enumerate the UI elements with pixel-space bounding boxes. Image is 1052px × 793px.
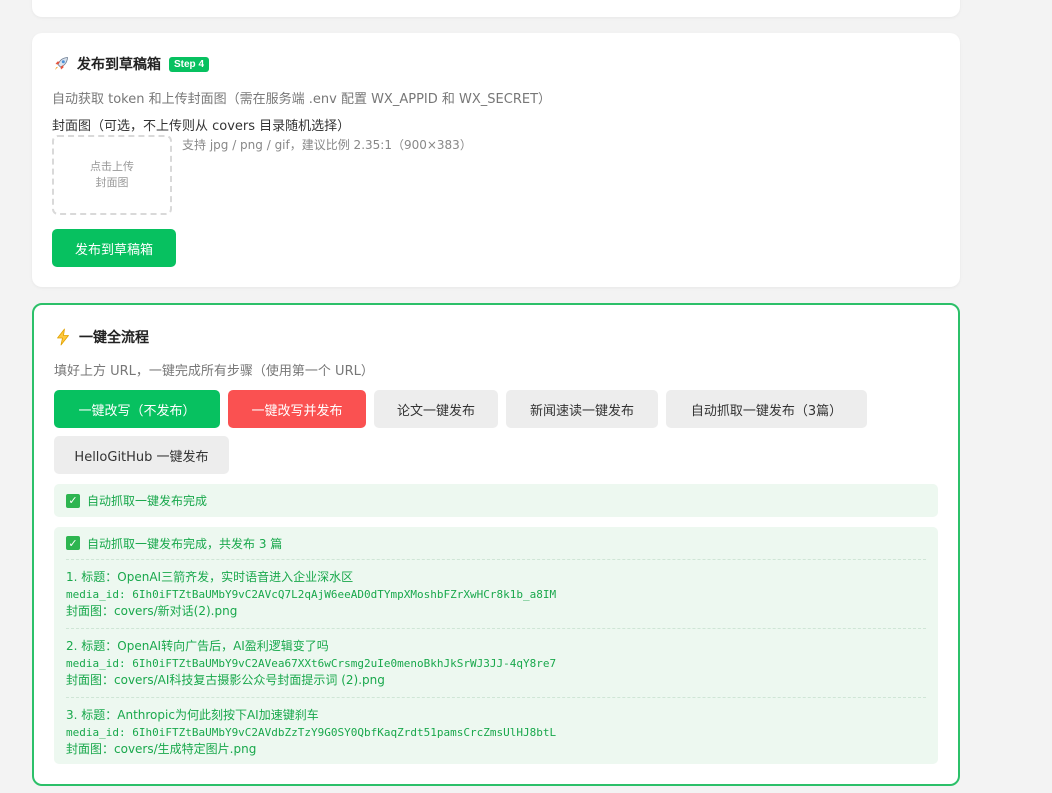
rocket-icon (52, 55, 70, 73)
rewrite-and-publish-button[interactable]: 一键改写并发布 (228, 390, 366, 428)
status-message: ✓ 自动抓取一键发布完成 (54, 484, 938, 517)
result-item: 3. 标题：Anthropic为何此刻按下AI加速键刹车 media_id: 6… (66, 698, 926, 766)
check-icon: ✓ (66, 536, 80, 550)
one-click-flow-card: 一键全流程 填好上方 URL，一键完成所有步骤（使用第一个 URL） 一键改写（… (32, 303, 960, 786)
result-cover: 封面图：covers/生成特定图片.png (66, 742, 257, 756)
news-publish-button[interactable]: 新闻速读一键发布 (506, 390, 658, 428)
result-media-id: media_id: 6Ih0iFTZtBaUMbY9vC2AVdbZzTzY9G… (66, 726, 557, 739)
upload-text-line1: 点击上传 (90, 160, 134, 173)
result-title: 2. 标题：OpenAI转向广告后，AI盈利逻辑变了吗 (66, 639, 329, 653)
result-media-id: media_id: 6Ih0iFTZtBaUMbY9vC2AVcQ7L2qAjW… (66, 588, 557, 601)
result-title: 1. 标题：OpenAI三箭齐发，实时语音进入企业深水区 (66, 570, 354, 584)
auto-fetch-publish-button[interactable]: 自动抓取一键发布（3篇） (666, 390, 867, 428)
result-header: ✓ 自动抓取一键发布完成，共发布 3 篇 (66, 527, 926, 560)
result-cover: 封面图：covers/新对话(2).png (66, 604, 238, 618)
publish-card-title: 发布到草稿箱 Step 4 (52, 54, 210, 74)
paper-publish-button[interactable]: 论文一键发布 (374, 390, 498, 428)
publish-to-draft-button[interactable]: 发布到草稿箱 (52, 229, 176, 267)
upload-hint: 支持 jpg / png / gif，建议比例 2.35:1（900×383） (182, 138, 472, 152)
result-media-id: media_id: 6Ih0iFTZtBaUMbY9vC2AVea67XXt6w… (66, 657, 557, 670)
upload-text-line2: 封面图 (95, 176, 129, 189)
publish-card-description: 自动获取 token 和上传封面图（需在服务端 .env 配置 WX_APPID… (52, 92, 552, 107)
publish-to-draft-card: 发布到草稿箱 Step 4 自动获取 token 和上传封面图（需在服务端 .e… (32, 33, 960, 287)
status-text: 自动抓取一键发布完成 (87, 494, 208, 508)
flow-card-description: 填好上方 URL，一键完成所有步骤（使用第一个 URL） (54, 364, 374, 379)
hellogithub-publish-button[interactable]: HelloGitHub 一键发布 (54, 436, 229, 474)
rewrite-only-button[interactable]: 一键改写（不发布） (54, 390, 220, 428)
lightning-icon (54, 328, 72, 346)
cover-label: 封面图（可选，不上传则从 covers 目录随机选择） (52, 119, 351, 134)
flow-card-title-text: 一键全流程 (79, 330, 149, 346)
result-panel: ✓ 自动抓取一键发布完成，共发布 3 篇 1. 标题：OpenAI三箭齐发，实时… (54, 527, 938, 764)
check-icon: ✓ (66, 493, 80, 508)
result-item: 2. 标题：OpenAI转向广告后，AI盈利逻辑变了吗 media_id: 6I… (66, 629, 926, 698)
result-title: 3. 标题：Anthropic为何此刻按下AI加速键刹车 (66, 708, 319, 722)
publish-card-title-text: 发布到草稿箱 (77, 57, 161, 73)
step-badge: Step 4 (169, 56, 210, 72)
cover-upload-box[interactable]: 点击上传 封面图 (52, 135, 172, 215)
previous-step-card (32, 0, 960, 17)
result-cover: 封面图：covers/AI科技复古摄影公众号封面提示词 (2).png (66, 673, 385, 687)
result-header-text: 自动抓取一键发布完成，共发布 3 篇 (87, 536, 283, 551)
result-item: 1. 标题：OpenAI三箭齐发，实时语音进入企业深水区 media_id: 6… (66, 560, 926, 629)
flow-card-title: 一键全流程 (54, 327, 149, 347)
